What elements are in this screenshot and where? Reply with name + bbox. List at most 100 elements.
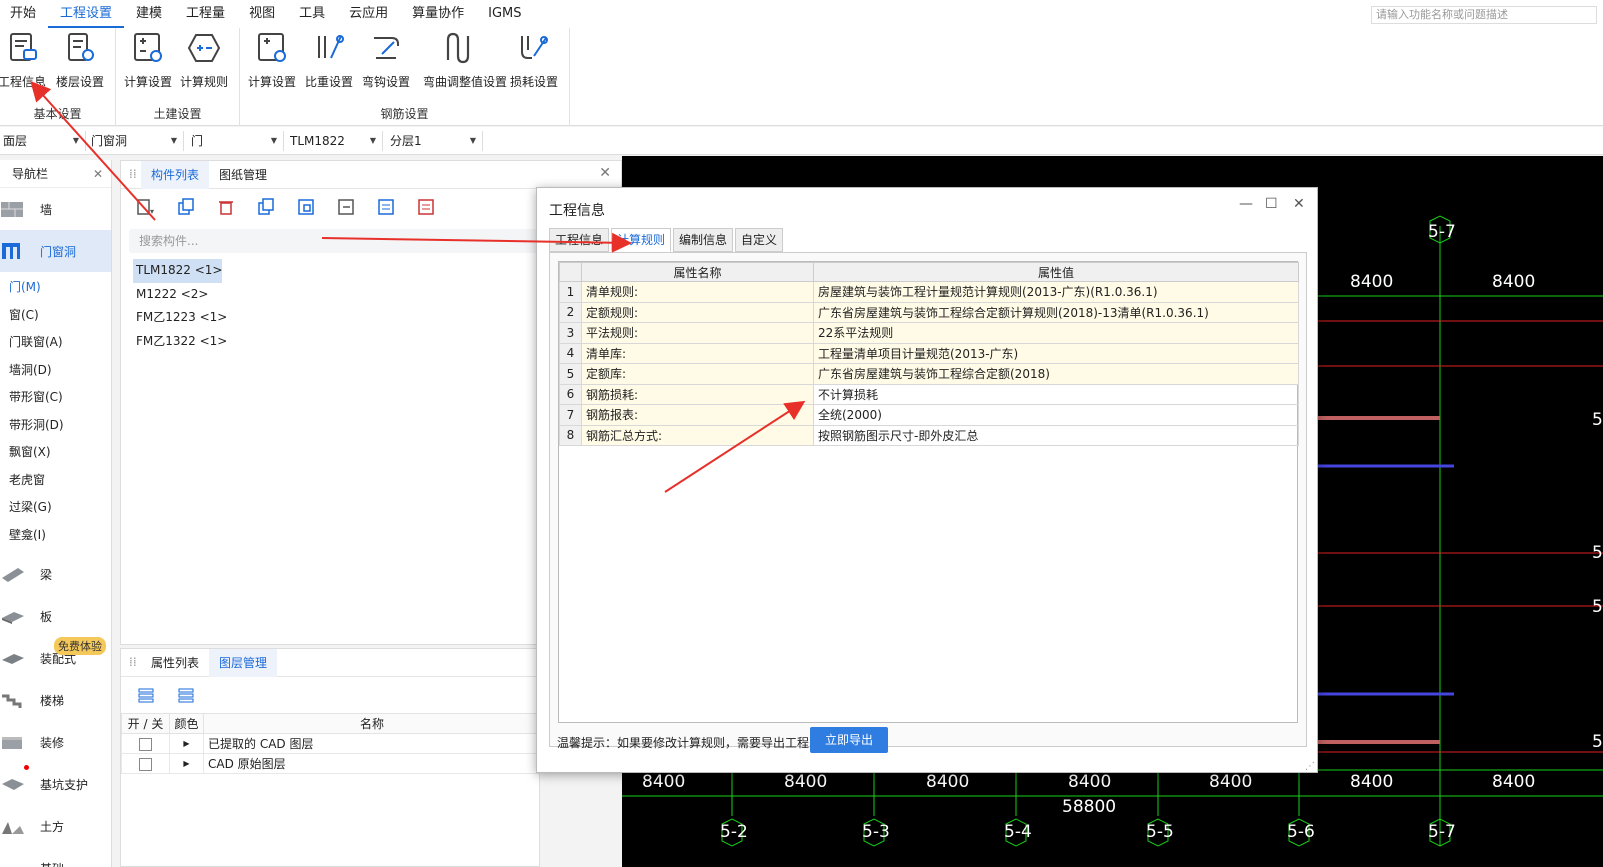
- menu-collab[interactable]: 算量协作: [400, 0, 476, 28]
- table-row[interactable]: 3 平法规则: 22系平法规则: [559, 322, 1299, 344]
- nav-sub-dormer[interactable]: 老虎窗: [0, 467, 111, 495]
- nav-sub-niche[interactable]: 壁龛(I): [0, 522, 111, 550]
- nav-cat-decoration[interactable]: 装修: [0, 721, 111, 763]
- nav-cat-pit-support[interactable]: 基坑支护: [0, 763, 111, 805]
- layer-copy-button[interactable]: [253, 195, 279, 219]
- table-row[interactable]: 1 清单规则: 房屋建筑与装饰工程计量规范计算规则(2013-广东)(R1.0.36…: [559, 281, 1299, 303]
- expand-icon[interactable]: ▶: [169, 753, 204, 774]
- col-onoff: 开 / 关: [121, 713, 170, 734]
- tab-property-list[interactable]: 属性列表: [141, 649, 209, 677]
- drag-handle-icon[interactable]: ⁞⁞: [129, 655, 137, 669]
- menu-start[interactable]: 开始: [0, 0, 48, 28]
- nav-sub-window[interactable]: 窗(C): [0, 302, 111, 330]
- nav-cat-slab[interactable]: 板: [0, 595, 111, 637]
- hook-settings-button[interactable]: 弯钩设置: [358, 30, 414, 90]
- component-type-select[interactable]: 门 ▼: [188, 131, 284, 151]
- export-button[interactable]: [333, 195, 359, 219]
- tab-drawing-management[interactable]: 图纸管理: [209, 161, 277, 189]
- free-trial-badge[interactable]: 免费体验: [54, 637, 106, 655]
- property-value[interactable]: 房屋建筑与装饰工程计量规范计算规则(2013-广东)(R1.0.36.1): [813, 281, 1299, 303]
- sublayer-select[interactable]: 分层1 ▼: [387, 131, 483, 151]
- resize-grip-icon[interactable]: ⋰: [1305, 761, 1315, 772]
- project-info-button[interactable]: 工程信息: [0, 30, 50, 90]
- nav-sub-strip-window[interactable]: 带形窗(C): [0, 384, 111, 412]
- table-row[interactable]: 2 定额规则: 广东省房屋建筑与装饰工程综合定额计算规则(2018)-13清单(R1…: [559, 301, 1299, 323]
- calc-rules-button[interactable]: 计算规则: [176, 30, 232, 90]
- layer-toggle-checkbox[interactable]: [139, 737, 152, 751]
- nav-cat-earthwork[interactable]: 土方: [0, 805, 111, 847]
- civil-calc-settings-button[interactable]: 计算设置: [120, 30, 176, 90]
- list-item[interactable]: FM乙1223 <1>: [133, 306, 227, 330]
- layer-type-select[interactable]: 面层 ▼: [0, 131, 86, 151]
- tab-compile-info[interactable]: 编制信息: [673, 228, 734, 252]
- list-item[interactable]: M1222 <2>: [133, 283, 208, 307]
- function-search-input[interactable]: 请输入功能名称或问题描述: [1371, 6, 1597, 24]
- import-button[interactable]: [293, 195, 319, 219]
- loss-settings-button[interactable]: 损耗设置: [506, 30, 562, 90]
- nav-cat-openings[interactable]: 门窗洞: [0, 230, 111, 272]
- table-row[interactable]: 8 钢筋汇总方式: 按照钢筋图示尺寸-即外皮汇总: [559, 424, 1299, 446]
- drag-handle-icon[interactable]: ⁞⁞: [129, 167, 137, 181]
- export-now-button[interactable]: 立即导出: [810, 727, 888, 753]
- property-value[interactable]: 广东省房屋建筑与装饰工程综合定额计算规则(2018)-13清单(R1.0.36.…: [813, 301, 1299, 323]
- table-row[interactable]: 5 定额库: 广东省房屋建筑与装饰工程综合定额(2018): [559, 363, 1299, 385]
- density-settings-button[interactable]: 比重设置: [301, 30, 357, 90]
- table-row[interactable]: 4 清单库: 工程量清单项目计量规范(2013-广东): [559, 342, 1299, 364]
- filter-button[interactable]: [373, 195, 399, 219]
- category-select[interactable]: 门窗洞 ▼: [88, 131, 184, 151]
- nav-cat-foundation[interactable]: 基础: [0, 847, 111, 867]
- maximize-icon[interactable]: ☐: [1265, 196, 1278, 212]
- component-select[interactable]: TLM1822 ▼: [287, 131, 383, 151]
- nav-cat-stairs[interactable]: 楼梯: [0, 679, 111, 721]
- menu-view[interactable]: 视图: [237, 0, 287, 28]
- tab-custom[interactable]: 自定义: [735, 228, 784, 252]
- tab-layer-management[interactable]: 图层管理: [209, 648, 278, 677]
- close-icon[interactable]: ✕: [93, 160, 103, 188]
- nav-sub-door-window[interactable]: 门联窗(A): [0, 329, 111, 357]
- nav-sub-lintel[interactable]: 过梁(G): [0, 494, 111, 522]
- close-icon[interactable]: ✕: [599, 165, 611, 181]
- menu-project-settings[interactable]: 工程设置: [48, 0, 125, 28]
- property-value[interactable]: 全统(2000): [813, 404, 1299, 426]
- menu-tools[interactable]: 工具: [287, 0, 337, 28]
- close-icon[interactable]: ✕: [1293, 196, 1305, 212]
- expand-icon[interactable]: ▶: [169, 733, 204, 754]
- layer-show-button[interactable]: [133, 683, 159, 707]
- list-icon: [418, 199, 434, 215]
- property-value[interactable]: 广东省房屋建筑与装饰工程综合定额(2018): [813, 363, 1299, 385]
- tab-project-info[interactable]: 工程信息: [549, 228, 610, 252]
- nav-cat-beam[interactable]: 梁: [0, 553, 111, 595]
- menu-igms[interactable]: IGMS: [476, 0, 533, 28]
- menu-modeling[interactable]: 建模: [124, 0, 174, 28]
- property-value[interactable]: 不计算损耗: [813, 383, 1299, 405]
- nav-sub-wall-hole[interactable]: 墙洞(D): [0, 357, 111, 385]
- copy-component-button[interactable]: [173, 195, 199, 219]
- table-row[interactable]: 6 钢筋损耗: 不计算损耗: [559, 383, 1299, 405]
- col-color: 颜色: [169, 713, 204, 734]
- property-value[interactable]: 按照钢筋图示尺寸-即外皮汇总: [813, 424, 1299, 446]
- new-component-button[interactable]: ▾: [133, 195, 159, 219]
- list-item[interactable]: TLM1822 <1>: [133, 259, 223, 283]
- bend-adjust-settings-button[interactable]: 弯曲调整值设置: [423, 30, 507, 90]
- nav-sub-strip-hole[interactable]: 带形洞(D): [0, 412, 111, 440]
- decoration-icon: [2, 737, 22, 749]
- menu-quantity[interactable]: 工程量: [174, 0, 237, 28]
- nav-cat-wall[interactable]: 墙: [0, 188, 111, 230]
- menu-cloud[interactable]: 云应用: [337, 0, 400, 28]
- nav-cat-prefab[interactable]: 装配式 免费体验: [0, 637, 111, 679]
- properties-button[interactable]: [413, 195, 439, 219]
- delete-component-button[interactable]: [213, 195, 239, 219]
- property-value[interactable]: 工程量清单项目计量规范(2013-广东): [813, 342, 1299, 364]
- nav-sub-bay-window[interactable]: 飘窗(X): [0, 439, 111, 467]
- minimize-icon[interactable]: —: [1239, 196, 1253, 212]
- nav-sub-door[interactable]: 门(M): [0, 274, 111, 302]
- table-row[interactable]: 7 钢筋报表: 全统(2000): [559, 404, 1299, 426]
- floor-settings-button[interactable]: 楼层设置: [52, 30, 108, 90]
- list-item[interactable]: FM乙1322 <1>: [133, 330, 227, 354]
- property-value[interactable]: 22系平法规则: [813, 322, 1299, 344]
- tab-component-list[interactable]: 构件列表: [141, 160, 210, 189]
- tab-calc-rules[interactable]: 计算规则: [611, 228, 672, 252]
- layer-hide-button[interactable]: [173, 683, 199, 707]
- rebar-calc-settings-button[interactable]: 计算设置: [244, 30, 300, 90]
- layer-toggle-checkbox[interactable]: [139, 757, 152, 771]
